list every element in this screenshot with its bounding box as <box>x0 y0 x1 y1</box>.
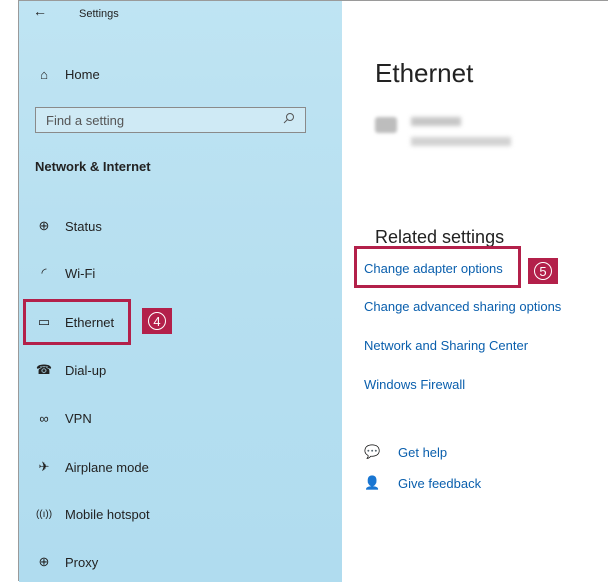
windows-firewall-link[interactable]: Windows Firewall <box>364 377 465 392</box>
nav-item-airplane-mode[interactable]: ✈ Airplane mode <box>33 454 149 480</box>
get-help-label: Get help <box>398 444 448 460</box>
title-bar: ← Settings <box>19 1 342 31</box>
callout-number: 4 <box>148 312 166 330</box>
nav-item-label: Dial-up <box>65 362 107 378</box>
nav-item-label: Airplane mode <box>65 459 149 475</box>
adapter-options-highlight-box <box>354 246 521 288</box>
network-sharing-center-link[interactable]: Network and Sharing Center <box>364 338 528 353</box>
search-field[interactable]: Find a setting <box>35 107 306 133</box>
nav-item-label: Proxy <box>65 554 99 570</box>
get-help-link[interactable]: 💬 Get help <box>364 444 447 460</box>
nav-home[interactable]: ⌂ Home <box>33 61 100 87</box>
callout-badge-5: 5 <box>528 258 558 284</box>
search-placeholder: Find a setting <box>46 113 125 128</box>
main-panel: Ethernet Related settings Change adapter… <box>342 1 608 581</box>
feedback-person-icon: 👤 <box>364 475 381 490</box>
give-feedback-label: Give feedback <box>398 475 482 491</box>
window-title: Settings <box>79 8 119 20</box>
dialup-icon: ☎ <box>35 362 53 377</box>
ethernet-highlight-box <box>23 299 131 345</box>
globe-icon: ⊕ <box>38 218 50 233</box>
callout-badge-4: 4 <box>142 308 172 334</box>
nav-item-label: Wi-Fi <box>65 265 96 281</box>
hotspot-icon: ((ı)) <box>35 508 53 520</box>
nav-item-label: VPN <box>65 410 92 426</box>
back-arrow-icon[interactable]: ← <box>33 3 47 19</box>
wifi-icon: ◜ <box>41 265 47 280</box>
nav-item-label: Status <box>65 218 102 234</box>
search-icon <box>283 113 294 124</box>
nav-item-mobile-hotspot[interactable]: ((ı)) Mobile hotspot <box>33 501 150 527</box>
nav-item-dialup[interactable]: ☎ Dial-up <box>33 357 106 383</box>
network-adapter-icon <box>375 117 397 133</box>
chat-bubble-icon: 💬 <box>364 444 381 459</box>
adapter-status-blurred <box>411 137 511 146</box>
change-advanced-sharing-link[interactable]: Change advanced sharing options <box>364 299 561 314</box>
airplane-icon: ✈ <box>38 459 50 474</box>
home-icon: ⌂ <box>40 66 48 82</box>
nav-item-label: Mobile hotspot <box>65 506 150 522</box>
sidebar: ← Settings ⌂ Home Find a setting Network… <box>19 1 342 582</box>
callout-number: 5 <box>534 262 552 280</box>
give-feedback-link[interactable]: 👤 Give feedback <box>364 475 481 491</box>
nav-item-wifi[interactable]: ◜ Wi-Fi <box>33 260 95 286</box>
section-title: Network & Internet <box>35 159 151 174</box>
related-settings-title: Related settings <box>375 227 505 247</box>
settings-window: ← Settings ⌂ Home Find a setting Network… <box>18 0 608 582</box>
nav-item-vpn[interactable]: ∞ VPN <box>33 405 92 431</box>
nav-item-proxy[interactable]: ⊕ Proxy <box>33 549 99 575</box>
vpn-icon: ∞ <box>39 410 49 426</box>
proxy-globe-icon: ⊕ <box>38 554 50 569</box>
nav-item-status[interactable]: ⊕ Status <box>33 213 102 239</box>
nav-home-label: Home <box>65 66 100 82</box>
adapter-name-blurred <box>411 117 461 126</box>
page-title: Ethernet <box>375 58 474 88</box>
